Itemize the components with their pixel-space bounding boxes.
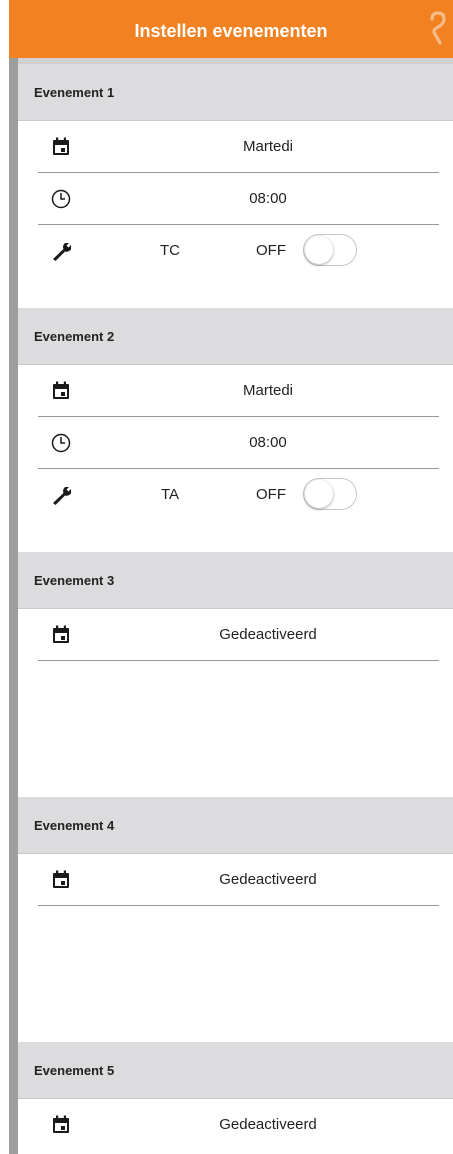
event-day: Gedeactiveerd xyxy=(219,1116,317,1133)
event-1-header: Evenement 1 xyxy=(18,64,453,121)
event-2-action-row: TA OFF xyxy=(18,469,453,521)
wrench-icon xyxy=(53,243,71,261)
event-tag: TA xyxy=(160,486,180,503)
clock-icon xyxy=(51,189,71,209)
event-day: Martedi xyxy=(242,382,294,399)
event-1-action-row: TC OFF xyxy=(18,225,453,277)
event-day: Gedeactiveerd xyxy=(219,626,317,643)
left-scroll-edge xyxy=(9,58,18,1154)
clock-icon xyxy=(51,433,71,453)
toggle-knob xyxy=(305,236,333,264)
event-title: Evenement 2 xyxy=(34,329,115,344)
event-5: Evenement 5 Gedeactiveerd xyxy=(18,1042,453,1151)
app-header: Instellen evenementen xyxy=(9,0,453,58)
event-1-time-row[interactable]: 08:00 xyxy=(18,173,453,225)
event-3-header: Evenement 3 xyxy=(18,552,453,609)
event-time: 08:00 xyxy=(249,190,287,207)
calendar-icon xyxy=(53,625,69,643)
help-icon[interactable] xyxy=(427,10,447,46)
page-title: Instellen evenementen xyxy=(134,21,328,41)
event-5-day-row[interactable]: Gedeactiveerd xyxy=(18,1099,453,1151)
event-1: Evenement 1 Martedi 08:00 TC OFF xyxy=(18,64,453,277)
event-2-header: Evenement 2 xyxy=(18,308,453,365)
wrench-icon xyxy=(53,487,71,505)
event-1-toggle[interactable] xyxy=(303,234,357,266)
event-4: Evenement 4 Gedeactiveerd xyxy=(18,797,453,906)
calendar-icon xyxy=(53,870,69,888)
event-title: Evenement 4 xyxy=(34,818,115,833)
event-day: Martedi xyxy=(242,138,294,155)
calendar-icon xyxy=(53,381,69,399)
event-time: 08:00 xyxy=(249,434,287,451)
event-5-header: Evenement 5 xyxy=(18,1042,453,1099)
event-2: Evenement 2 Martedi 08:00 TA OFF xyxy=(18,308,453,521)
toggle-knob xyxy=(305,480,333,508)
event-tag: TC xyxy=(160,242,180,259)
calendar-icon xyxy=(53,1115,69,1133)
event-title: Evenement 1 xyxy=(34,85,115,100)
event-3: Evenement 3 Gedeactiveerd xyxy=(18,552,453,661)
event-2-time-row[interactable]: 08:00 xyxy=(18,417,453,469)
calendar-icon xyxy=(53,137,69,155)
event-state: OFF xyxy=(256,486,286,503)
event-3-day-row[interactable]: Gedeactiveerd xyxy=(18,609,453,661)
event-1-day-row[interactable]: Martedi xyxy=(18,121,453,173)
event-4-day-row[interactable]: Gedeactiveerd xyxy=(18,854,453,906)
event-2-toggle[interactable] xyxy=(303,478,357,510)
event-4-header: Evenement 4 xyxy=(18,797,453,854)
event-state: OFF xyxy=(256,242,286,259)
event-title: Evenement 5 xyxy=(34,1063,115,1078)
event-2-day-row[interactable]: Martedi xyxy=(18,365,453,417)
event-day: Gedeactiveerd xyxy=(219,871,317,888)
event-title: Evenement 3 xyxy=(34,573,115,588)
